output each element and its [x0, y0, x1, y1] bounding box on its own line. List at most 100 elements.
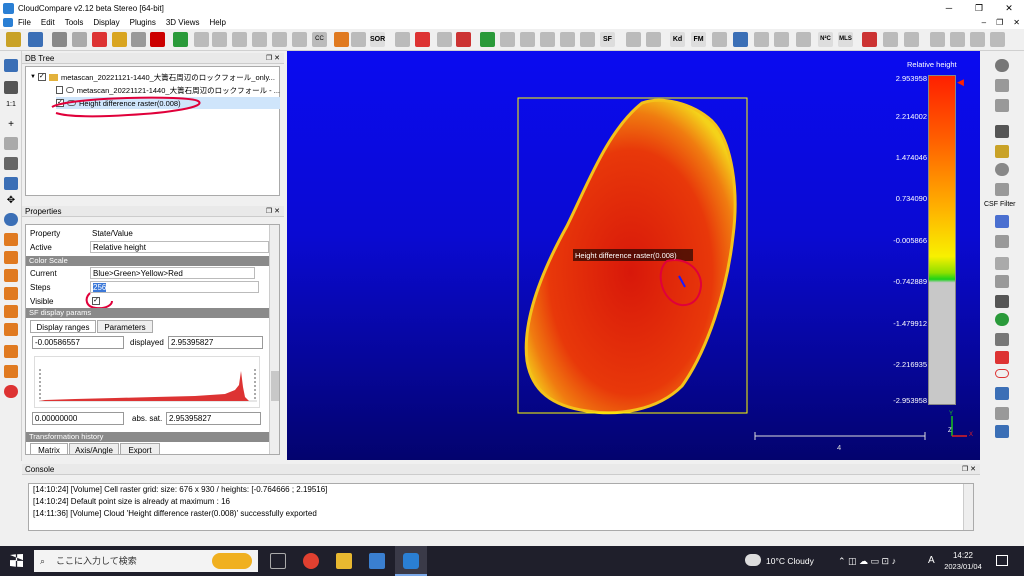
close-button[interactable]: ✕: [994, 0, 1024, 16]
file-explorer-icon[interactable]: [336, 553, 352, 569]
zoom-icon[interactable]: [4, 213, 18, 226]
rotate-icon[interactable]: [252, 32, 267, 47]
color-icon[interactable]: [173, 32, 188, 47]
histogram-icon[interactable]: [480, 32, 495, 47]
properties-float-button[interactable]: ❐ ✕: [266, 206, 280, 217]
matrix-icon[interactable]: [995, 295, 1009, 308]
minimize-button[interactable]: ─: [934, 0, 964, 16]
delete-icon[interactable]: [150, 32, 165, 47]
expand-arrow-icon[interactable]: ▼: [30, 74, 36, 80]
left-view-icon[interactable]: [4, 269, 18, 282]
menu-file[interactable]: File: [13, 18, 36, 27]
windows-start-icon[interactable]: [10, 554, 23, 567]
cylinder-icon[interactable]: [995, 407, 1009, 420]
clock-date[interactable]: 2023/01/04: [941, 562, 985, 571]
compass2-icon[interactable]: [995, 163, 1009, 176]
grid-icon[interactable]: [995, 79, 1009, 92]
cube-icon[interactable]: [415, 32, 430, 47]
mesh-icon[interactable]: [334, 32, 349, 47]
range-min-input[interactable]: -0.00586557: [32, 336, 124, 349]
noise-icon[interactable]: [395, 32, 410, 47]
sat-min-input[interactable]: 0.00000000: [32, 412, 124, 425]
pivot-icon[interactable]: [4, 137, 18, 150]
clone-icon[interactable]: [72, 32, 87, 47]
clock-time[interactable]: 14:22: [945, 551, 981, 560]
terrain-icon-1[interactable]: [930, 32, 945, 47]
menu-help[interactable]: Help: [205, 18, 231, 27]
normals-icon[interactable]: [712, 32, 727, 47]
brush-icon[interactable]: [995, 145, 1009, 158]
subsample-icon[interactable]: [131, 32, 146, 47]
scrollbar-thumb[interactable]: [271, 371, 279, 401]
n2c-icon[interactable]: N²C: [818, 32, 833, 47]
segment-icon[interactable]: [212, 32, 227, 47]
tab-matrix[interactable]: Matrix: [30, 443, 68, 454]
move-icon[interactable]: ✥: [4, 195, 18, 208]
terrain-icon-3[interactable]: [970, 32, 985, 47]
tab-display-ranges[interactable]: Display ranges: [30, 320, 96, 333]
mdi-restore-button[interactable]: ❐: [996, 16, 1003, 29]
settings-icon[interactable]: [995, 235, 1009, 248]
crosshair-icon[interactable]: +: [4, 119, 18, 132]
translate-icon[interactable]: [232, 32, 247, 47]
right-view-icon[interactable]: [4, 305, 18, 318]
menu-plugins[interactable]: Plugins: [125, 18, 161, 27]
sat-max-input[interactable]: 2.95395827: [166, 412, 261, 425]
wave-icon[interactable]: [883, 32, 898, 47]
screen-icon[interactable]: [733, 32, 748, 47]
sf-icon[interactable]: SF: [600, 32, 615, 47]
merge-icon[interactable]: [112, 32, 127, 47]
camera-icon[interactable]: [4, 81, 18, 94]
clapper-icon[interactable]: [995, 125, 1009, 138]
surface-icon[interactable]: [995, 425, 1009, 438]
sphere-icon[interactable]: [754, 32, 769, 47]
ime-indicator[interactable]: A: [928, 546, 935, 576]
cc-icon[interactable]: CC: [312, 32, 327, 47]
globe-icon[interactable]: [774, 32, 789, 47]
mls-icon[interactable]: MLS: [838, 32, 853, 47]
kd-icon[interactable]: Kd: [670, 32, 685, 47]
csf-filter-label[interactable]: CSF Filter: [984, 201, 1016, 208]
ellipse-icon[interactable]: [995, 369, 1009, 378]
gear-icon[interactable]: [52, 32, 67, 47]
menu-3d-views[interactable]: 3D Views: [161, 18, 205, 27]
store-icon[interactable]: [369, 553, 385, 569]
chrome-icon[interactable]: [303, 553, 319, 569]
cubes-icon[interactable]: [995, 351, 1009, 364]
sample-icon[interactable]: [351, 32, 366, 47]
layers-icon[interactable]: [995, 275, 1009, 288]
menu-tools[interactable]: Tools: [60, 18, 89, 27]
sf-delete-icon[interactable]: [580, 32, 595, 47]
filter-plugin-icon[interactable]: [995, 257, 1009, 270]
tab-export[interactable]: Export: [120, 443, 160, 454]
3d-viewport[interactable]: Height difference raster(0.008) 4 Y Z X …: [287, 51, 980, 460]
db-tree-float-button[interactable]: ❐ ✕: [266, 53, 280, 64]
grid2-icon[interactable]: [995, 99, 1009, 112]
fm-icon[interactable]: FM: [691, 32, 706, 47]
open-icon[interactable]: [6, 32, 21, 47]
console-scrollbar[interactable]: [963, 484, 973, 530]
north-icon[interactable]: [995, 215, 1009, 228]
color-dots-icon[interactable]: [4, 385, 18, 398]
sf-arith-icon[interactable]: [540, 32, 555, 47]
light-icon[interactable]: [4, 177, 18, 190]
mdi-minimize-button[interactable]: –: [982, 16, 986, 29]
magnet-icon[interactable]: [995, 387, 1009, 400]
tab-parameters[interactable]: Parameters: [97, 320, 153, 333]
distance-icon[interactable]: [456, 32, 471, 47]
properties-scrollbar[interactable]: [269, 225, 279, 454]
zoom-1to1-icon[interactable]: 1:1: [4, 101, 18, 114]
color-scale-select[interactable]: Blue>Green>Yellow>Red: [90, 267, 255, 279]
sf-filter-icon[interactable]: [520, 32, 535, 47]
notification-icon[interactable]: [996, 555, 1008, 566]
filter-icon[interactable]: [904, 32, 919, 47]
sor-icon[interactable]: SOR: [370, 32, 385, 47]
shield-icon[interactable]: [995, 183, 1009, 196]
iso-front-icon[interactable]: [4, 345, 18, 358]
console-float-button[interactable]: ❐ ✕: [962, 464, 976, 475]
perspective-icon[interactable]: [4, 157, 18, 170]
view-icon[interactable]: [4, 59, 18, 72]
task-view-icon[interactable]: [270, 553, 286, 569]
cloudcompare-task-button[interactable]: [395, 546, 427, 576]
section-icon[interactable]: [437, 32, 452, 47]
